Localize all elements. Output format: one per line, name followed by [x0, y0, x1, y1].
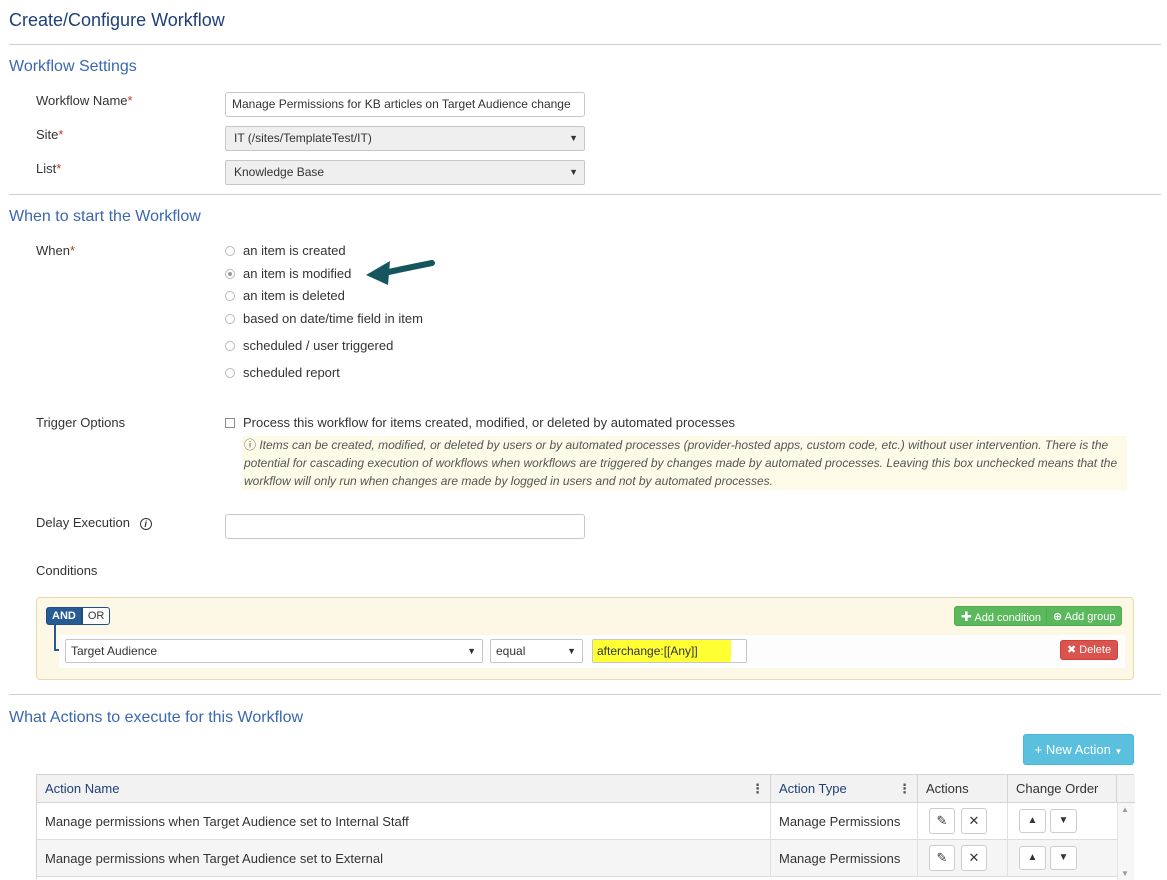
column-menu-icon[interactable]: ⋮: [751, 775, 764, 803]
remove-x-icon[interactable]: ✕: [961, 845, 987, 871]
change-order-cell: ▲ ▼: [1008, 803, 1117, 840]
plus-icon: ✚: [961, 609, 972, 624]
close-icon: ✖: [1067, 644, 1077, 656]
radio-button[interactable]: [225, 291, 235, 301]
change-order-cell: ▲ ▼: [1008, 840, 1117, 877]
divider: [9, 44, 1161, 45]
column-menu-icon[interactable]: ⋮: [898, 775, 911, 803]
radio-scheduled[interactable]: scheduled / user triggered: [225, 338, 393, 354]
table-scrollbar[interactable]: ▲ ▼: [1117, 803, 1134, 880]
delay-execution-input[interactable]: [225, 514, 585, 539]
trigger-checkbox[interactable]: [225, 418, 235, 428]
site-label: Site*: [36, 127, 64, 142]
edit-pencil-icon[interactable]: ✎: [929, 845, 955, 871]
actions-cell: ✎ ✕: [918, 803, 1008, 840]
move-up-arrow-icon[interactable]: ▲: [1019, 846, 1046, 870]
column-header-action-name[interactable]: Action Name ⋮: [37, 775, 771, 803]
radio-item-modified[interactable]: an item is modified: [225, 266, 351, 282]
trigger-options-label: Trigger Options: [36, 415, 126, 430]
and-button[interactable]: AND: [46, 607, 82, 625]
add-condition-button[interactable]: ✚ Add condition: [954, 606, 1049, 626]
delete-condition-button[interactable]: ✖ Delete: [1060, 640, 1119, 660]
section-title-settings: Workflow Settings: [9, 58, 137, 75]
condition-row: Target Audience ▼ equal ▼ afterchange:[[An…: [59, 635, 1125, 668]
workflow-name-input[interactable]: Manage Permissions for KB articles on Ta…: [225, 92, 585, 117]
list-select[interactable]: Knowledge Base ▼: [225, 160, 585, 185]
info-icon: i: [139, 518, 152, 530]
divider: [9, 194, 1161, 195]
action-type-cell: Manage Permissions: [771, 803, 918, 840]
add-group-button[interactable]: ⊕ Add group: [1046, 606, 1123, 626]
section-title-actions: What Actions to execute for this Workflo…: [9, 709, 304, 726]
info-circle-icon: ⓘ: [244, 438, 260, 452]
delay-execution-label: Delay Execution i: [36, 515, 152, 530]
edit-pencil-icon[interactable]: ✎: [929, 808, 955, 834]
condition-value-input[interactable]: afterchange:[[Any]]: [592, 639, 747, 663]
radio-button[interactable]: [225, 246, 235, 256]
actions-cell: ✎ ✕: [918, 840, 1008, 877]
caret-down-icon: ▼: [467, 646, 476, 656]
column-header-actions: Actions: [918, 775, 1008, 803]
radio-button[interactable]: [225, 368, 235, 378]
action-name-cell: Manage permissions when Target Audience …: [37, 840, 771, 877]
actions-table: Action Name ⋮ Action Type ⋮ Actions Change…: [36, 774, 1135, 880]
radio-item-created[interactable]: an item is created: [225, 243, 346, 259]
workflow-name-label: Workflow Name*: [36, 93, 133, 108]
scroll-up-icon[interactable]: ▲: [1121, 805, 1129, 814]
conditions-builder: AND OR ✚ Add condition ⊕ Add group Targe…: [36, 597, 1134, 680]
caret-down-icon: ▼: [567, 646, 576, 656]
conditions-label: Conditions: [36, 563, 98, 578]
radio-button-checked[interactable]: [225, 269, 235, 279]
scroll-down-icon[interactable]: ▼: [1121, 869, 1129, 878]
plus-icon: +: [1034, 742, 1043, 757]
list-label: List*: [36, 161, 62, 176]
and-or-toggle: AND OR: [46, 607, 111, 625]
radio-button[interactable]: [225, 314, 235, 324]
action-name-cell: Manage permissions when Target Audience …: [37, 803, 771, 840]
condition-field-select[interactable]: Target Audience ▼: [65, 639, 483, 663]
move-down-arrow-icon[interactable]: ▼: [1050, 809, 1077, 833]
trigger-note: ⓘ Items can be created, modified, or del…: [242, 436, 1127, 490]
new-action-button[interactable]: + New Action ▼: [1023, 734, 1134, 765]
radio-button[interactable]: [225, 341, 235, 351]
site-select[interactable]: IT (/sites/TemplateTest/IT) ▼: [225, 126, 585, 151]
caret-down-icon: ▼: [569, 167, 578, 177]
move-down-arrow-icon[interactable]: ▼: [1050, 846, 1077, 870]
column-header-action-type[interactable]: Action Type ⋮: [771, 775, 918, 803]
action-type-cell: Manage Permissions: [771, 840, 918, 877]
header-spacer: [1117, 775, 1135, 803]
condition-operator-select[interactable]: equal ▼: [490, 639, 583, 663]
radio-item-deleted[interactable]: an item is deleted: [225, 288, 345, 304]
caret-down-icon: ▼: [1114, 747, 1123, 756]
trigger-checkbox-row[interactable]: Process this workflow for items created,…: [225, 415, 735, 431]
radio-scheduled-report[interactable]: scheduled report: [225, 365, 340, 381]
divider: [9, 694, 1161, 695]
move-up-arrow-icon[interactable]: ▲: [1019, 809, 1046, 833]
plus-circle-icon: ⊕: [1053, 611, 1063, 623]
remove-x-icon[interactable]: ✕: [961, 808, 987, 834]
page-title: Create/Configure Workflow: [9, 10, 225, 30]
caret-down-icon: ▼: [569, 133, 578, 143]
radio-date-time[interactable]: based on date/time field in item: [225, 311, 423, 327]
or-button[interactable]: OR: [81, 607, 111, 625]
section-title-start: When to start the Workflow: [9, 208, 201, 225]
when-label: When*: [36, 243, 76, 258]
table-row: Manage permissions when Target Audience …: [37, 803, 1117, 840]
arrow-annotation-icon: [366, 260, 435, 285]
column-header-change-order: Change Order: [1008, 775, 1117, 803]
table-row: Manage permissions when Target Audience …: [37, 840, 1117, 877]
